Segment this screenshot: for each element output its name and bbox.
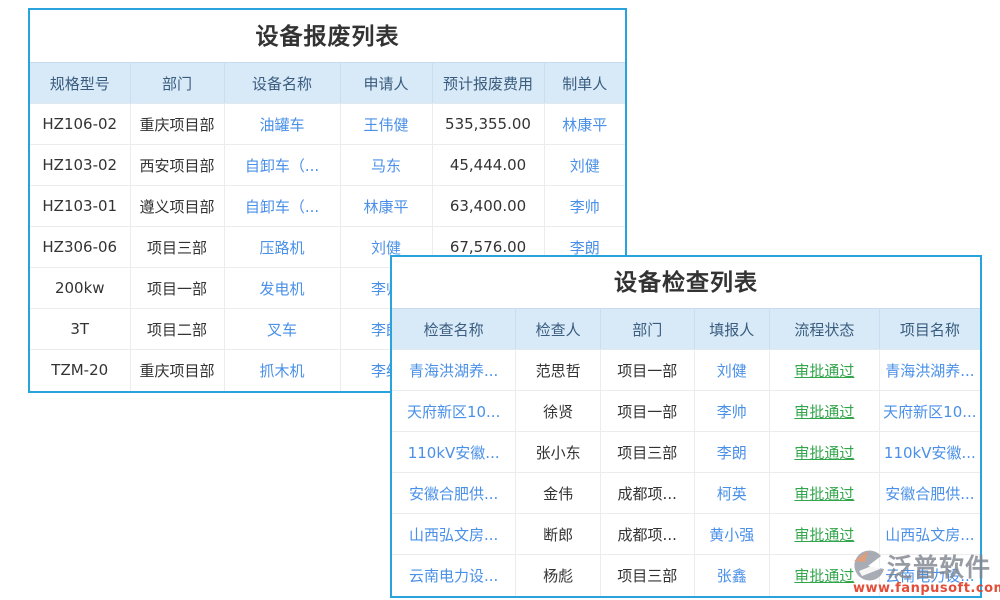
table-cell[interactable]: 叉车	[224, 309, 340, 350]
table-cell[interactable]: 天府新区10...	[392, 391, 516, 432]
table-cell: 成都项...	[600, 473, 694, 514]
column-header: 设备名称	[224, 63, 340, 104]
table-cell: HZ306-06	[30, 227, 130, 268]
table-cell: 项目三部	[600, 432, 694, 473]
table-cell: 535,355.00	[432, 104, 544, 145]
table-cell[interactable]: 压路机	[224, 227, 340, 268]
table-cell: 范思哲	[516, 350, 601, 391]
table-cell[interactable]: 审批通过	[770, 432, 880, 473]
table-cell[interactable]: 审批通过	[770, 473, 880, 514]
table-row: HZ103-01遵义项目部自卸车（...林康平63,400.00李帅	[30, 186, 625, 227]
table-cell[interactable]: 刘健	[544, 145, 625, 186]
equipment-inspection-table-card: 设备检查列表 检查名称检查人部门填报人流程状态项目名称青海洪湖养...范思哲项目…	[390, 255, 982, 598]
table-cell: 项目一部	[600, 350, 694, 391]
table-cell[interactable]: 发电机	[224, 268, 340, 309]
column-header: 流程状态	[770, 309, 880, 350]
table-cell[interactable]: 自卸车（...	[224, 186, 340, 227]
table-cell[interactable]: 王伟健	[340, 104, 432, 145]
column-header: 检查名称	[392, 309, 516, 350]
table-cell: 金伟	[516, 473, 601, 514]
column-header: 申请人	[340, 63, 432, 104]
table-cell[interactable]: 安徽合肥供...	[879, 473, 980, 514]
watermark-url: www.fanpusoft.com	[853, 582, 995, 595]
table-cell: 西安项目部	[130, 145, 224, 186]
table-cell: 45,444.00	[432, 145, 544, 186]
table-cell[interactable]: 张鑫	[694, 555, 770, 596]
table-cell[interactable]: 云南电力设...	[392, 555, 516, 596]
table-cell: 成都项...	[600, 514, 694, 555]
table-cell[interactable]: 刘健	[694, 350, 770, 391]
table-cell: HZ103-02	[30, 145, 130, 186]
table-cell[interactable]: 李朗	[694, 432, 770, 473]
column-header: 检查人	[516, 309, 601, 350]
equipment-inspection-title: 设备检查列表	[392, 257, 980, 308]
column-header: 部门	[130, 63, 224, 104]
table-cell[interactable]: 110kV安徽...	[392, 432, 516, 473]
table-cell: 重庆项目部	[130, 350, 224, 391]
watermark-brand: 泛普软件	[887, 555, 991, 580]
table-cell: 3T	[30, 309, 130, 350]
table-cell: 遵义项目部	[130, 186, 224, 227]
table-row: HZ103-02西安项目部自卸车（...马东45,444.00刘健	[30, 145, 625, 186]
table-cell: 重庆项目部	[130, 104, 224, 145]
table-cell[interactable]: 审批通过	[770, 350, 880, 391]
column-header: 填报人	[694, 309, 770, 350]
table-cell[interactable]: 自卸车（...	[224, 145, 340, 186]
table-cell[interactable]: 审批通过	[770, 391, 880, 432]
column-header: 制单人	[544, 63, 625, 104]
table-cell: 项目一部	[600, 391, 694, 432]
table-cell[interactable]: 油罐车	[224, 104, 340, 145]
table-cell[interactable]: 青海洪湖养...	[392, 350, 516, 391]
table-cell[interactable]: 天府新区10...	[879, 391, 980, 432]
table-cell: 项目二部	[130, 309, 224, 350]
column-header: 部门	[600, 309, 694, 350]
table-cell: 200kw	[30, 268, 130, 309]
column-header: 规格型号	[30, 63, 130, 104]
table-row: HZ106-02重庆项目部油罐车王伟健535,355.00林康平	[30, 104, 625, 145]
table-cell: 项目三部	[600, 555, 694, 596]
table-cell[interactable]: 黄小强	[694, 514, 770, 555]
table-cell[interactable]: 110kV安徽...	[879, 432, 980, 473]
table-cell[interactable]: 抓木机	[224, 350, 340, 391]
table-row: 安徽合肥供...金伟成都项...柯英审批通过安徽合肥供...	[392, 473, 980, 514]
table-cell: 63,400.00	[432, 186, 544, 227]
table-cell: TZM-20	[30, 350, 130, 391]
watermark: 泛普软件 www.fanpusoft.com	[853, 549, 995, 595]
table-cell: 徐贤	[516, 391, 601, 432]
table-cell[interactable]: 安徽合肥供...	[392, 473, 516, 514]
table-cell: 断郎	[516, 514, 601, 555]
equipment-scrap-title: 设备报废列表	[30, 10, 625, 62]
table-row: 青海洪湖养...范思哲项目一部刘健审批通过青海洪湖养...	[392, 350, 980, 391]
table-cell[interactable]: 柯英	[694, 473, 770, 514]
table-cell: 杨彪	[516, 555, 601, 596]
table-cell[interactable]: 李帅	[694, 391, 770, 432]
table-cell: HZ103-01	[30, 186, 130, 227]
table-cell[interactable]: 青海洪湖养...	[879, 350, 980, 391]
table-cell[interactable]: 林康平	[340, 186, 432, 227]
column-header: 预计报废费用	[432, 63, 544, 104]
table-cell: 项目三部	[130, 227, 224, 268]
table-cell: 张小东	[516, 432, 601, 473]
table-cell[interactable]: 李帅	[544, 186, 625, 227]
table-cell[interactable]: 马东	[340, 145, 432, 186]
table-cell[interactable]: 林康平	[544, 104, 625, 145]
equipment-inspection-header-row: 检查名称检查人部门填报人流程状态项目名称	[392, 309, 980, 350]
equipment-scrap-header-row: 规格型号部门设备名称申请人预计报废费用制单人	[30, 63, 625, 104]
column-header: 项目名称	[879, 309, 980, 350]
table-row: 天府新区10...徐贤项目一部李帅审批通过天府新区10...	[392, 391, 980, 432]
table-row: 110kV安徽...张小东项目三部李朗审批通过110kV安徽...	[392, 432, 980, 473]
table-cell: 项目一部	[130, 268, 224, 309]
table-cell: HZ106-02	[30, 104, 130, 145]
table-cell[interactable]: 山西弘文房...	[392, 514, 516, 555]
